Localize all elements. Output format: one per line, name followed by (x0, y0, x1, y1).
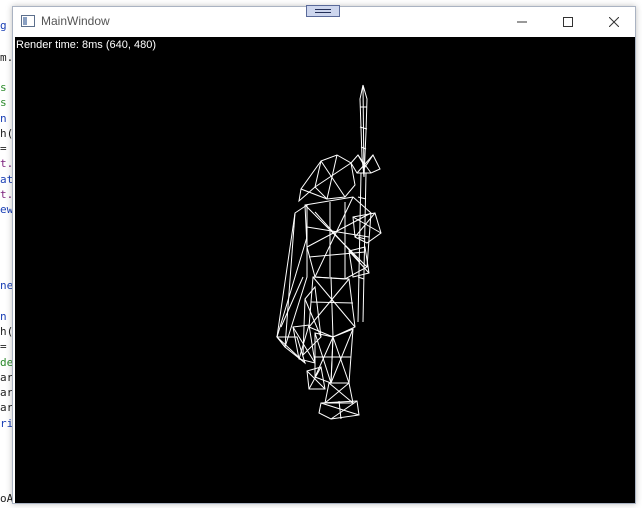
wireframe-warrior-model (275, 84, 382, 420)
render-viewport[interactable]: Render time: 8ms (640, 480) (15, 37, 635, 503)
code-line: s (0, 81, 7, 94)
code-line: n (0, 310, 7, 323)
render-time-label: Render time: 8ms (640, 480) (16, 39, 157, 51)
window-title: MainWindow (41, 14, 110, 28)
minimize-icon (517, 21, 527, 23)
code-line: = (0, 340, 7, 353)
minimize-button[interactable] (499, 7, 545, 37)
main-window: MainWindow Render time: 8ms (640, 480) (12, 6, 636, 504)
close-icon (609, 17, 619, 27)
maximize-button[interactable] (545, 7, 591, 37)
maximize-icon (563, 17, 573, 27)
drag-handle[interactable] (306, 5, 340, 17)
code-line: s (0, 96, 7, 109)
code-line: = (0, 142, 7, 155)
code-line: n (0, 112, 7, 125)
close-button[interactable] (591, 7, 637, 37)
code-line: g (0, 19, 7, 32)
app-window-icon (21, 15, 35, 27)
